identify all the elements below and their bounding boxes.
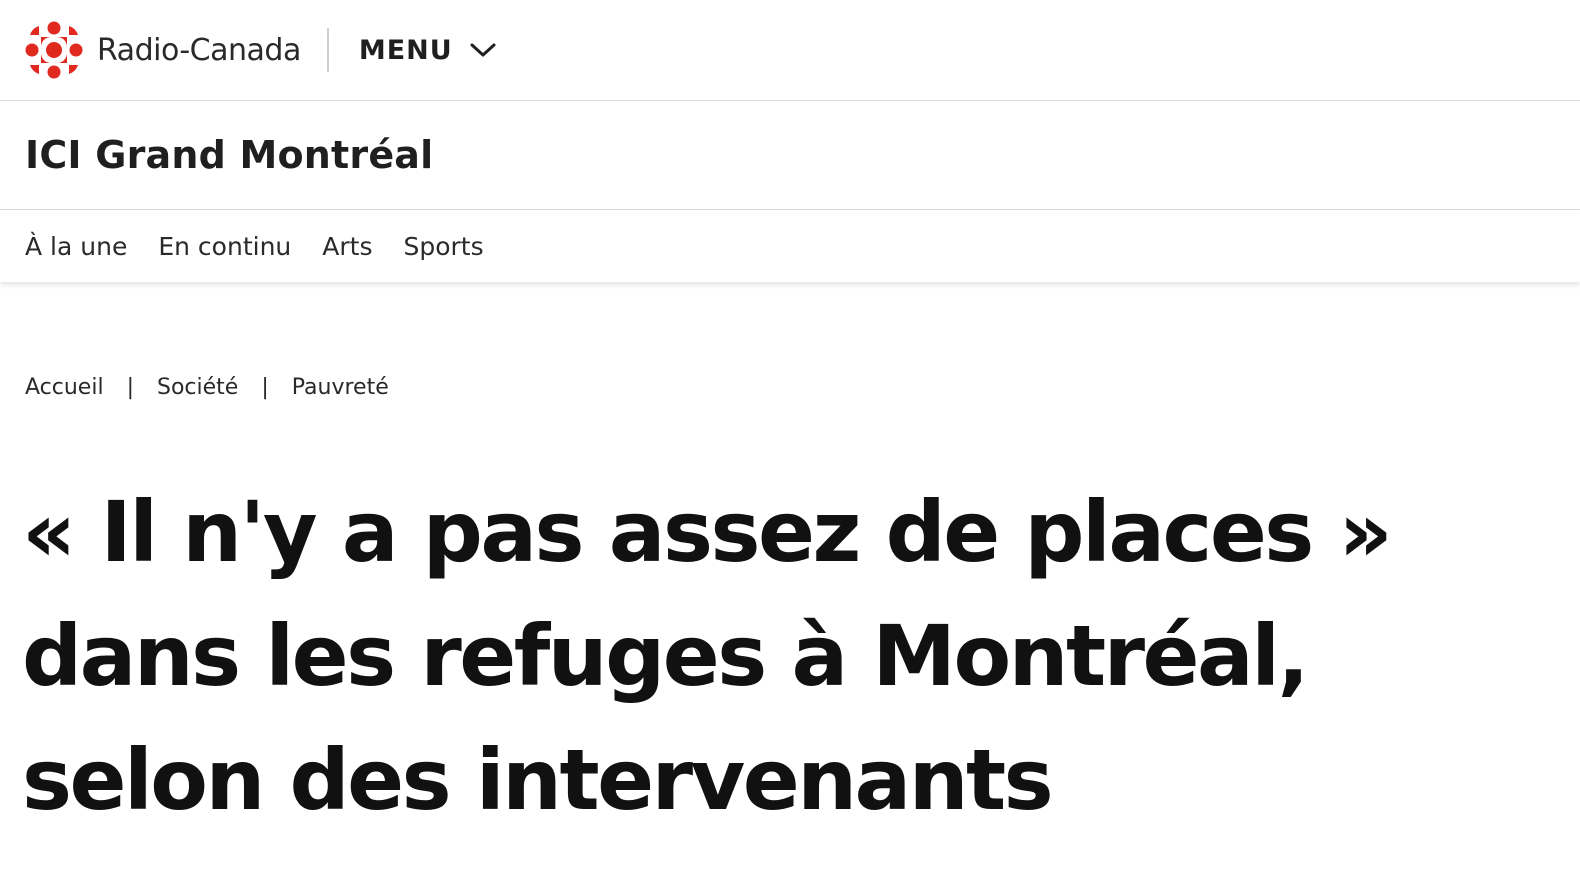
section-subnav: À la une En continu Arts Sports (0, 210, 1580, 282)
menu-button[interactable]: MENU (359, 35, 497, 66)
chevron-down-icon (470, 43, 496, 57)
breadcrumb-item-accueil[interactable]: Accueil (25, 375, 104, 400)
radio-canada-gem-icon (25, 21, 83, 79)
article-headline: « Il n'y a pas assez de places » dans le… (22, 483, 1393, 829)
breadcrumb-item-pauvrete[interactable]: Pauvreté (292, 375, 389, 400)
breadcrumb-item-societe[interactable]: Société (157, 375, 238, 400)
subnav-item-arts[interactable]: Arts (322, 232, 372, 261)
logo-wordmark: Radio-Canada (97, 32, 301, 68)
radio-canada-logo-link[interactable]: Radio-Canada (25, 20, 301, 80)
header-divider (326, 28, 329, 72)
breadcrumb-separator: | (261, 375, 269, 400)
section-header: ICI Grand Montréal (0, 101, 1580, 210)
breadcrumb: Accueil | Société | Pauvreté (25, 375, 389, 400)
section-title-link[interactable]: ICI Grand Montréal (25, 133, 433, 177)
subnav-item-en-continu[interactable]: En continu (158, 232, 291, 261)
subnav-item-sports[interactable]: Sports (403, 232, 483, 261)
top-header: Radio-Canada MENU (0, 0, 1580, 101)
subnav-item-a-la-une[interactable]: À la une (25, 232, 127, 261)
breadcrumb-separator: | (126, 375, 134, 400)
menu-label: MENU (358, 34, 453, 66)
